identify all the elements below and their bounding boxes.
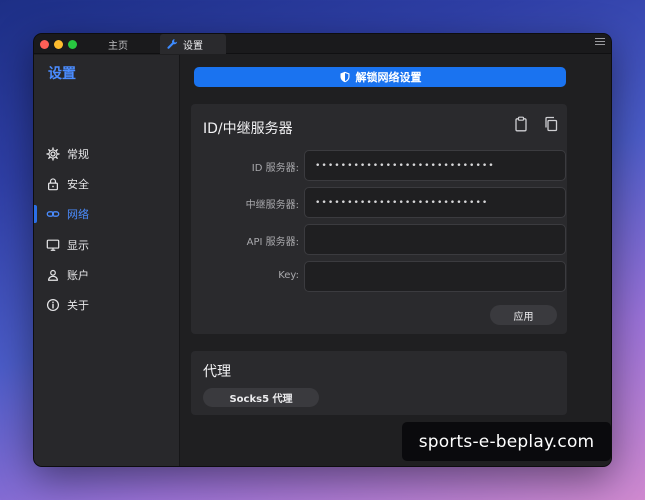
- sidebar-item-account[interactable]: 账户: [34, 263, 180, 287]
- unlock-button-label: 解锁网络设置: [355, 71, 422, 84]
- card-title: 代理: [203, 364, 231, 380]
- id-server-row: ID 服务器: ••••••••••••••••••••••••••••: [191, 150, 567, 182]
- tab-home-label: 主页: [108, 40, 128, 52]
- watermark: sports-e-beplay.com: [402, 422, 611, 461]
- title-bar: 主页 设置: [34, 34, 611, 54]
- api-server-row: API 服务器:: [191, 224, 567, 256]
- settings-content: 解锁网络设置 ID/中继服务器 ID 服务器: ••••••••••••••••…: [181, 55, 611, 466]
- app-window: 主页 设置 设置 常规 安全 网络 显示 账户 关于 解锁网络设置 ID/中继服…: [33, 33, 612, 467]
- card-actions: [513, 116, 559, 132]
- relay-server-input[interactable]: •••••••••••••••••••••••••••: [304, 187, 566, 218]
- sidebar-item-label: 账户: [67, 269, 89, 282]
- sidebar-item-network[interactable]: 网络: [34, 202, 180, 226]
- sidebar-item-label: 关于: [67, 299, 89, 312]
- tab-settings[interactable]: 设置: [160, 34, 226, 54]
- card-title: ID/中继服务器: [203, 121, 293, 137]
- unlock-network-settings-button[interactable]: 解锁网络设置: [194, 67, 566, 87]
- key-label: Key:: [278, 270, 299, 281]
- sidebar-item-label: 常规: [67, 148, 89, 161]
- clipboard-icon[interactable]: [513, 116, 529, 132]
- copy-icon[interactable]: [543, 116, 559, 132]
- shield-icon: [340, 71, 349, 83]
- relay-server-label: 中继服务器:: [245, 200, 299, 211]
- sidebar-item-security[interactable]: 安全: [34, 172, 180, 196]
- apply-button[interactable]: 应用: [490, 305, 557, 325]
- tab-home[interactable]: 主页: [98, 34, 138, 54]
- link-icon: [46, 211, 60, 217]
- api-server-input[interactable]: [304, 224, 566, 255]
- sidebar-title: 设置: [48, 66, 76, 82]
- minimize-window-button[interactable]: [54, 40, 63, 49]
- monitor-icon: [46, 239, 60, 251]
- sidebar-item-general[interactable]: 常规: [34, 142, 180, 166]
- wrench-icon: [167, 39, 178, 49]
- key-input[interactable]: [304, 261, 566, 292]
- maximize-window-button[interactable]: [68, 40, 77, 49]
- id-server-input[interactable]: ••••••••••••••••••••••••••••: [304, 150, 566, 181]
- user-icon: [48, 269, 58, 281]
- gear-icon: [46, 147, 60, 161]
- sidebar: 设置 常规 安全 网络 显示 账户 关于: [34, 55, 180, 466]
- id-relay-server-card: ID/中继服务器 ID 服务器: •••••••••••••••••••••••…: [191, 104, 567, 334]
- socks5-proxy-button[interactable]: Socks5 代理: [203, 388, 319, 407]
- sidebar-item-label: 显示: [67, 239, 89, 252]
- api-server-label: API 服务器:: [246, 237, 299, 248]
- hamburger-icon[interactable]: [595, 38, 605, 48]
- sidebar-item-label: 安全: [67, 178, 89, 191]
- tab-settings-label: 设置: [183, 40, 203, 52]
- sidebar-item-label: 网络: [67, 208, 89, 221]
- relay-server-row: 中继服务器: •••••••••••••••••••••••••••: [191, 187, 567, 219]
- close-window-button[interactable]: [40, 40, 49, 49]
- proxy-card: 代理 Socks5 代理: [191, 351, 567, 415]
- lock-icon: [48, 178, 58, 191]
- id-server-label: ID 服务器:: [251, 163, 299, 174]
- sidebar-item-display[interactable]: 显示: [34, 233, 180, 257]
- sidebar-item-about[interactable]: 关于: [34, 293, 180, 317]
- key-row: Key:: [191, 261, 567, 293]
- info-icon: [46, 298, 60, 312]
